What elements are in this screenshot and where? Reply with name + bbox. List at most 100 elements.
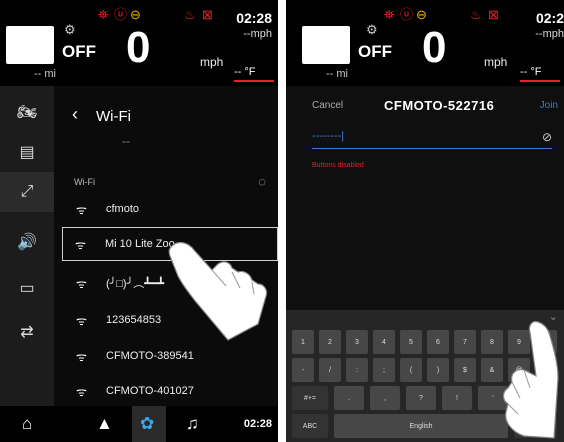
key[interactable]: 3	[346, 330, 368, 354]
trip-speed: --mph	[535, 28, 564, 40]
oil-warning-icon: ♨	[470, 7, 482, 22]
temperature: -- °F	[520, 66, 542, 78]
dashboard-header: ⛯ ⓤ ⊖ ♨ ⊠ 02:28 --mph ⚙ OFF 0 mph -- mi …	[0, 0, 278, 86]
password-dialog: Cancel CFMOTO-522716 Join --------| ⊘ Bu…	[286, 86, 564, 310]
network-name: Mi 10 Lite Zoo	[105, 238, 175, 250]
engine-icon: ⚙	[366, 22, 378, 37]
speedometer: 0	[422, 23, 447, 72]
key[interactable]: ;	[373, 358, 395, 382]
page-title: Wi-Fi	[96, 108, 131, 125]
join-button[interactable]: Join	[540, 100, 558, 111]
key[interactable]: ,	[370, 386, 400, 410]
password-underline	[312, 148, 552, 149]
settings-gear-icon[interactable]: ✿	[140, 414, 154, 434]
key[interactable]: )	[427, 358, 449, 382]
wifi-icon: ᯤ	[76, 202, 87, 217]
warning-light-icon: ⛯	[98, 7, 109, 22]
motorcycle-icon: 🏍	[16, 104, 38, 121]
bottom-clock: 02:28	[243, 418, 272, 430]
pointing-hand-illustration	[502, 321, 559, 439]
key[interactable]: /	[319, 358, 341, 382]
tpms-warning-icon: ⓤ	[114, 7, 128, 22]
space-bar-key[interactable]: English	[334, 414, 508, 438]
hide-password-icon[interactable]: ⊘	[542, 130, 552, 144]
speed-unit: mph	[484, 55, 508, 69]
key[interactable]: (	[400, 358, 422, 382]
error-message: Buttons disabled	[312, 162, 364, 169]
gear-indicator-box	[302, 26, 350, 64]
sidebar-item-sound[interactable]: 🔊	[0, 222, 54, 262]
wifi-password-screen: ⛯ ⓤ ⊖ ♨ ⊠ 02:2 --mph ⚙ OFF 0 mph -- mi -…	[286, 0, 564, 442]
network-name: 123654853	[106, 314, 162, 326]
key[interactable]: 7	[454, 330, 476, 354]
navigation-arrow-icon[interactable]: ▲	[96, 414, 113, 434]
key[interactable]: $	[454, 358, 476, 382]
abc-toggle-key[interactable]: ABC	[292, 414, 328, 438]
bottom-navigation-bar: ⌂ ▲ ✿ ♫ 02:28	[0, 406, 278, 442]
clock: 02:2	[535, 10, 564, 26]
network-name: cfmoto	[106, 203, 140, 215]
network-item[interactable]: ᯤ cfmoto	[64, 192, 276, 226]
speedometer: 0	[126, 23, 151, 72]
wifi-icon: ᯤ	[76, 384, 87, 399]
network-name: CFMOTO-401027	[106, 385, 194, 397]
key[interactable]: 2	[319, 330, 341, 354]
sidebar-item-display[interactable]: ▤	[0, 132, 54, 172]
display-icon: ▤	[19, 144, 35, 161]
engine-warning-icon: ⊖	[130, 7, 141, 22]
section-label: Wi-Fi	[74, 177, 95, 187]
connected-network-value: --	[122, 134, 130, 148]
trip-speed: --mph	[243, 28, 272, 40]
music-note-icon[interactable]: ♫	[186, 414, 199, 434]
engine-icon: ⚙	[64, 22, 76, 37]
back-arrow-icon[interactable]: ‹	[72, 104, 78, 125]
speed-unit: mph	[200, 55, 224, 69]
settings-sidebar: 🏍 ▤ ⤢ 🔊 ▭ ⇄	[0, 86, 54, 406]
dialog-network-name: CFMOTO-522716	[384, 98, 495, 113]
network-item[interactable]: ᯤ CFMOTO-389541	[64, 339, 276, 373]
odometer: -- mi	[326, 68, 348, 80]
sliders-icon: ⇄	[20, 324, 34, 341]
clock: 02:28	[236, 10, 272, 26]
warning-light-icon: ⛯	[384, 7, 395, 22]
battery-warning-icon: ⊠	[202, 7, 213, 22]
engine-warning-icon: ⊖	[416, 7, 427, 22]
key[interactable]: .	[334, 386, 364, 410]
dashboard-header: ⛯ ⓤ ⊖ ♨ ⊠ 02:2 --mph ⚙ OFF 0 mph -- mi -…	[286, 0, 564, 86]
password-input[interactable]: --------|	[312, 130, 344, 142]
tpms-warning-icon: ⓤ	[400, 7, 414, 22]
temperature: -- °F	[234, 66, 256, 78]
wifi-icon: ᯤ	[76, 276, 87, 291]
symbols-toggle-key[interactable]: #+=	[292, 386, 328, 410]
gear-indicator-box	[6, 26, 54, 64]
key[interactable]: 6	[427, 330, 449, 354]
network-name: (╯□)╯︵┻━┻	[106, 278, 165, 290]
sidebar-item-connectivity[interactable]: ⤢	[0, 172, 54, 212]
oil-warning-icon: ♨	[184, 7, 196, 22]
wifi-icon: ᯤ	[76, 349, 87, 364]
sidebar-item-vehicle[interactable]: 🏍	[0, 92, 54, 132]
mode-indicator: OFF	[62, 42, 96, 61]
cancel-button[interactable]: Cancel	[312, 100, 343, 111]
wifi-list-screen: ⛯ ⓤ ⊖ ♨ ⊠ 02:28 --mph ⚙ OFF 0 mph -- mi …	[0, 0, 278, 442]
home-icon[interactable]: ⌂	[22, 414, 32, 434]
pointing-hand-illustration	[168, 241, 268, 341]
wifi-icon: ᯤ	[75, 237, 86, 252]
key[interactable]: 5	[400, 330, 422, 354]
screen-icon: ▭	[19, 280, 35, 297]
network-name: CFMOTO-389541	[106, 350, 194, 362]
temperature-bar	[520, 80, 560, 82]
key[interactable]: ?	[406, 386, 436, 410]
odometer: -- mi	[34, 68, 56, 80]
key[interactable]: 1	[292, 330, 314, 354]
key[interactable]: 4	[373, 330, 395, 354]
refresh-icon[interactable]: ◌	[258, 174, 266, 189]
sidebar-item-screen[interactable]: ▭	[0, 268, 54, 308]
mode-indicator: OFF	[358, 42, 392, 61]
key[interactable]: -	[292, 358, 314, 382]
sidebar-item-system[interactable]: ⇄	[0, 312, 54, 352]
network-item[interactable]: ᯤ CFMOTO-401027	[64, 374, 276, 408]
temperature-bar	[234, 80, 274, 82]
key[interactable]: :	[346, 358, 368, 382]
key[interactable]: !	[442, 386, 472, 410]
